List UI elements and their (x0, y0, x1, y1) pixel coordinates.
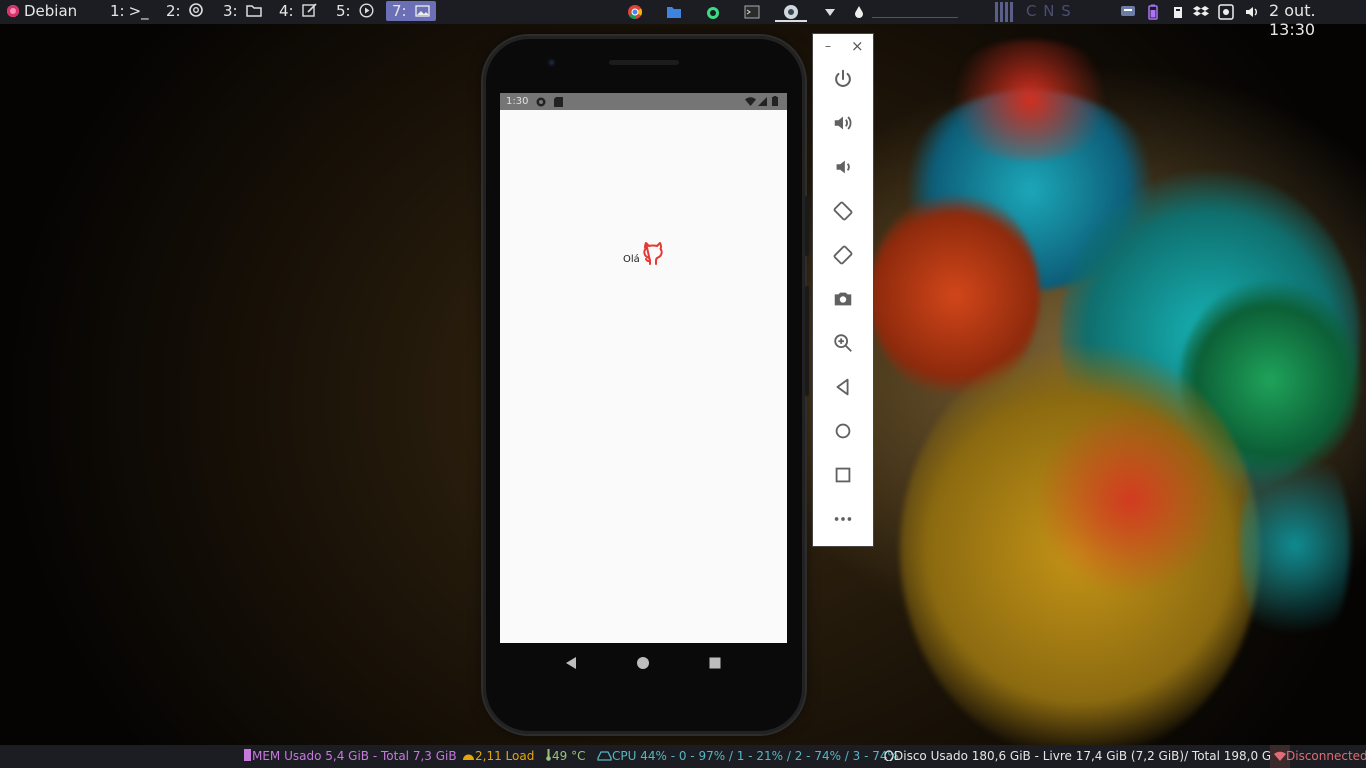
status-time: 1:30 (506, 96, 529, 107)
overview-icon (835, 467, 851, 483)
cpu-drive-icon (597, 751, 612, 761)
terminal-icon[interactable] (744, 4, 760, 20)
terminal-icon: >_ (128, 2, 149, 20)
memory-icon (244, 749, 251, 761)
debian-logo-icon[interactable] (7, 5, 19, 17)
home-button[interactable] (831, 419, 855, 443)
phone-battery-icon (772, 96, 778, 106)
workspace-4[interactable]: 4: (279, 1, 318, 21)
zoom-icon (834, 334, 852, 352)
chrome-icon (189, 3, 204, 17)
edit-icon (302, 3, 317, 17)
emulator-icon[interactable] (783, 4, 799, 20)
image-icon (415, 5, 431, 17)
nav-overview-icon[interactable] (708, 656, 722, 670)
phone-power-button (805, 196, 809, 256)
phone-screen[interactable]: 1:30 Olá (500, 93, 787, 643)
app-notification-icon (536, 97, 546, 106)
earpiece-speaker (609, 60, 679, 65)
chrome-icon[interactable] (627, 4, 643, 20)
disk-widget[interactable]: Disco Usado 180,6 GiB - Livre 17,4 GiB (… (884, 745, 1283, 768)
nav-home-icon[interactable] (636, 656, 650, 670)
lock-keys-indicator: C N S (1026, 2, 1072, 20)
phone-frame: 1:30 Olá (483, 36, 809, 734)
front-camera (547, 58, 556, 67)
hello-text: Olá (623, 254, 640, 265)
github-icon (643, 242, 663, 265)
camera-tray-icon[interactable] (1218, 4, 1234, 20)
screenshot-button[interactable] (831, 287, 855, 311)
home-icon (835, 423, 851, 439)
rotate-right-icon (833, 245, 853, 265)
drop-icon[interactable] (851, 4, 867, 20)
camera-icon (834, 292, 852, 306)
rotate-left-button[interactable] (831, 199, 855, 223)
more-button[interactable] (831, 507, 855, 531)
wifi-off-icon (1274, 751, 1286, 761)
files-icon[interactable] (666, 4, 682, 20)
android-status-bar: 1:30 (500, 93, 787, 110)
battery-icon[interactable] (1145, 4, 1161, 20)
volume-up-button[interactable] (831, 111, 855, 135)
bottom-panel: MEM Usado 5,4 GiB - Total 7,3 GiB 2,11 L… (0, 745, 1366, 768)
load-widget[interactable]: 2,11 Load (462, 745, 534, 768)
more-icon (834, 517, 852, 521)
workspace-7[interactable]: 7: (386, 1, 437, 21)
download-icon[interactable] (822, 4, 838, 20)
memory-widget[interactable]: MEM Usado 5,4 GiB - Total 7,3 GiB (243, 745, 457, 768)
android-nav-bar (500, 643, 787, 683)
volume-down-button[interactable] (831, 155, 855, 179)
volume-down-icon (836, 160, 850, 174)
power-button[interactable] (831, 67, 855, 91)
android-studio-icon[interactable] (705, 4, 721, 20)
cpu-widget[interactable]: CPU 44% - 0 - 97% / 1 - 21% / 2 - 74% / … (597, 745, 899, 768)
overview-button[interactable] (831, 463, 855, 487)
workspace-3[interactable]: 3: (223, 1, 263, 21)
temperature-widget[interactable]: 49 °C (545, 745, 585, 768)
volume-up-icon (834, 116, 852, 130)
speedometer-icon (463, 754, 474, 760)
close-button[interactable]: × (851, 37, 864, 55)
volume-icon[interactable] (1244, 4, 1260, 20)
emulator-toolbar: – × (813, 34, 873, 546)
back-icon (836, 378, 849, 396)
phone-volume-button (805, 286, 809, 396)
rotate-left-icon (833, 201, 853, 221)
signal-icon (758, 97, 767, 106)
workspace-2[interactable]: 2: (166, 1, 204, 21)
rotate-right-button[interactable] (831, 243, 855, 267)
usb-icon[interactable] (1170, 4, 1186, 20)
back-button[interactable] (831, 375, 855, 399)
sd-card-icon (554, 96, 564, 107)
distro-label[interactable]: Debian (24, 1, 77, 21)
top-panel: Debian 1: >_ 2: 3: 4: 5: 7: C N S 2 out. … (0, 0, 1366, 39)
folder-icon (246, 5, 263, 17)
app-content: Olá (623, 239, 664, 265)
wifi-icon (745, 97, 756, 106)
zoom-button[interactable] (831, 331, 855, 355)
workspace-5[interactable]: 5: (336, 1, 374, 21)
dropbox-icon[interactable] (1193, 4, 1209, 20)
bars-indicator-icon (995, 2, 1015, 22)
nav-back-icon[interactable] (564, 656, 578, 670)
clock[interactable]: 2 out. 13:30 (1269, 1, 1366, 39)
tux-icon (884, 750, 894, 762)
play-icon (359, 3, 374, 18)
chat-icon[interactable] (1120, 4, 1136, 20)
network-widget[interactable]: Disconnected (1270, 745, 1366, 768)
workspace-1[interactable]: 1: >_ (110, 1, 149, 21)
thermometer-icon (546, 749, 551, 761)
minimize-button[interactable]: – (825, 39, 831, 53)
power-icon (835, 69, 851, 87)
